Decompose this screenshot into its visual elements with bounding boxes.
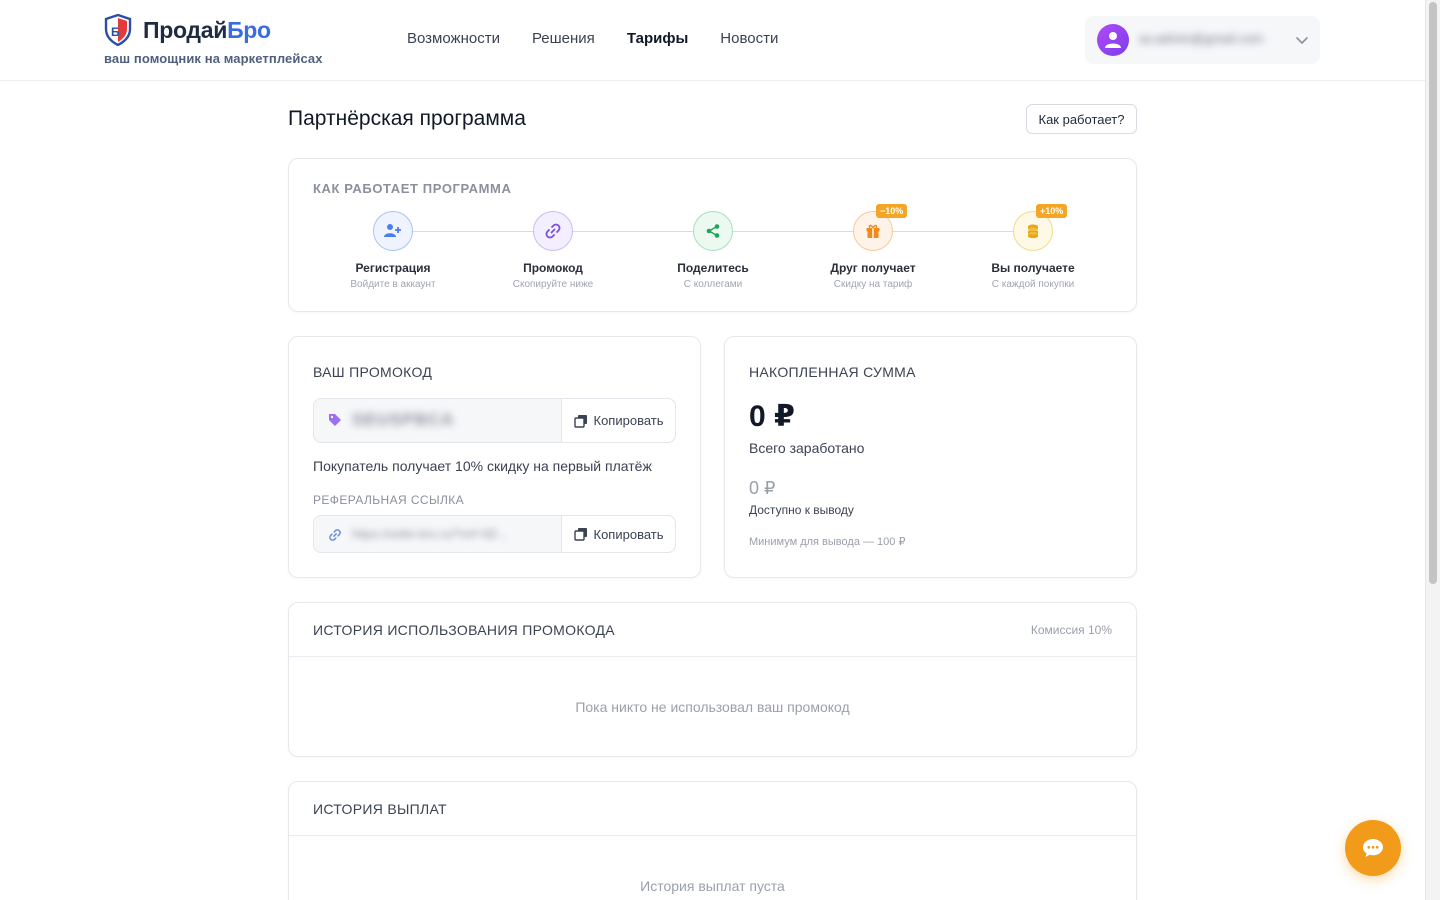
promo-history-title: ИСТОРИЯ ИСПОЛЬЗОВАНИЯ ПРОМОКОДА [313, 622, 615, 638]
step-subtitle: С каждой покупки [991, 279, 1075, 290]
nav-item-features[interactable]: Возможности [407, 30, 500, 47]
commission-note: Комиссия 10% [1030, 623, 1112, 637]
brand-name: ПродайБро [143, 17, 271, 43]
link-icon [545, 223, 561, 239]
ref-link-field[interactable]: https://seller.bro.ru/?ref=SE... Копиров… [313, 515, 676, 553]
coins-icon [1028, 224, 1038, 239]
promo-code-value: SEUSPBCA [352, 410, 455, 429]
sum-label: НАКОПЛЕННАЯ СУММА [749, 364, 916, 380]
scrollbar-thumb[interactable] [1429, 2, 1437, 584]
reward-badge: +10% [1036, 204, 1068, 218]
user-plus-icon [384, 224, 401, 237]
ref-link-label: РЕФЕРАЛЬНАЯ ССЫЛКА [313, 493, 465, 507]
accumulated-sum-card: НАКОПЛЕННАЯ СУММА 0 ₽ Всего заработано 0… [724, 336, 1137, 578]
total-earned-label: Всего заработано [749, 440, 865, 456]
steps-card: КАК РАБОТАЕТ ПРОГРАММА Регистрация Войди… [288, 158, 1137, 312]
discount-badge: −10% [876, 204, 908, 218]
nav-item-pricing[interactable]: Тарифы [627, 30, 688, 47]
logo[interactable]: Б ПродайБро ваш помощник на маркетплейса… [104, 14, 364, 66]
shield-logo-icon: Б [104, 14, 132, 46]
chat-bubble-icon [1363, 839, 1383, 857]
promo-history-empty: Пока никто не использовал ваш промокод [575, 699, 850, 715]
payout-history-header: ИСТОРИЯ ВЫПЛАТ [289, 782, 1136, 836]
step-share: Поделитесь С коллегами [633, 211, 793, 290]
total-earned-value: 0 ₽ [749, 400, 795, 433]
step-circle: +10% [1013, 204, 1068, 251]
step-title: Друг получает [830, 261, 916, 275]
available-value: 0 ₽ [749, 478, 776, 498]
step-subtitle: Войдите в аккаунт [350, 279, 436, 290]
copy-icon [573, 414, 587, 428]
svg-text:Б: Б [111, 25, 120, 39]
promo-label: ВАШ ПРОМОКОД [313, 364, 433, 380]
gift-icon [866, 224, 880, 238]
nav-item-news[interactable]: Новости [720, 30, 778, 47]
copy-label: Копировать [593, 526, 664, 542]
step-circle [373, 211, 413, 251]
payout-history-card: ИСТОРИЯ ВЫПЛАТ История выплат пуста [288, 781, 1137, 900]
step-subtitle: Скидку на тариф [833, 279, 913, 290]
page-title: Партнёрская программа [288, 107, 526, 130]
user-email: av.admin@gmail.com [1139, 31, 1264, 46]
copy-icon [573, 528, 587, 541]
step-registration: Регистрация Войдите в аккаунт [313, 211, 473, 290]
copy-ref-link-button[interactable]: Копировать [561, 516, 675, 552]
how-it-works-button[interactable]: Как работает? [1026, 104, 1137, 134]
step-you-get: +10% Вы получаете С каждой покупки [953, 204, 1113, 290]
step-title: Поделитесь [677, 261, 749, 275]
min-withdraw-note: Минимум для вывода — 100 ₽ [749, 536, 906, 548]
step-circle: −10% [853, 204, 908, 251]
promo-card: ВАШ ПРОМОКОД SEUSPBCA Копировать Покупат… [288, 336, 701, 578]
link-icon [329, 529, 341, 541]
copy-label: Копировать [593, 413, 664, 428]
step-circle [533, 211, 573, 251]
step-title: Регистрация [355, 261, 431, 275]
payout-history-title: ИСТОРИЯ ВЫПЛАТ [313, 801, 447, 817]
step-friend-gets: −10% Друг получает Скидку на тариф [793, 204, 953, 290]
step-title: Промокод [523, 261, 583, 275]
main-nav: Возможности Решения Тарифы Новости [407, 30, 778, 47]
ref-link-value: https://seller.bro.ru/?ref=SE... [352, 527, 508, 541]
chevron-down-icon [1296, 37, 1308, 45]
brand-tagline: ваш помощник на маркетплейсах [104, 51, 323, 66]
step-circle [693, 211, 733, 251]
promo-history-card: ИСТОРИЯ ИСПОЛЬЗОВАНИЯ ПРОМОКОДА Комиссия… [288, 602, 1137, 757]
user-icon [1105, 32, 1121, 48]
step-subtitle: Скопируйте ниже [512, 279, 594, 290]
step-subtitle: С коллегами [683, 279, 743, 290]
copy-promo-button[interactable]: Копировать [561, 399, 675, 442]
available-label: Доступно к выводу [749, 503, 854, 517]
promo-note: Покупатель получает 10% скидку на первый… [313, 458, 652, 474]
promo-history-header: ИСТОРИЯ ИСПОЛЬЗОВАНИЯ ПРОМОКОДА Комиссия… [289, 603, 1136, 657]
payout-history-empty: История выплат пуста [640, 878, 785, 894]
chat-button[interactable] [1345, 820, 1401, 876]
step-title: Вы получаете [991, 261, 1075, 275]
step-promocode: Промокод Скопируйте ниже [473, 211, 633, 290]
share-icon [706, 224, 720, 238]
steps-label: КАК РАБОТАЕТ ПРОГРАММА [313, 181, 512, 196]
user-menu[interactable]: av.admin@gmail.com [1085, 16, 1320, 64]
promo-code-field[interactable]: SEUSPBCA Копировать [313, 398, 676, 443]
top-header: Б ПродайБро ваш помощник на маркетплейса… [0, 0, 1425, 81]
avatar [1097, 24, 1129, 56]
tag-icon [329, 414, 341, 426]
nav-item-solutions[interactable]: Решения [532, 30, 595, 47]
